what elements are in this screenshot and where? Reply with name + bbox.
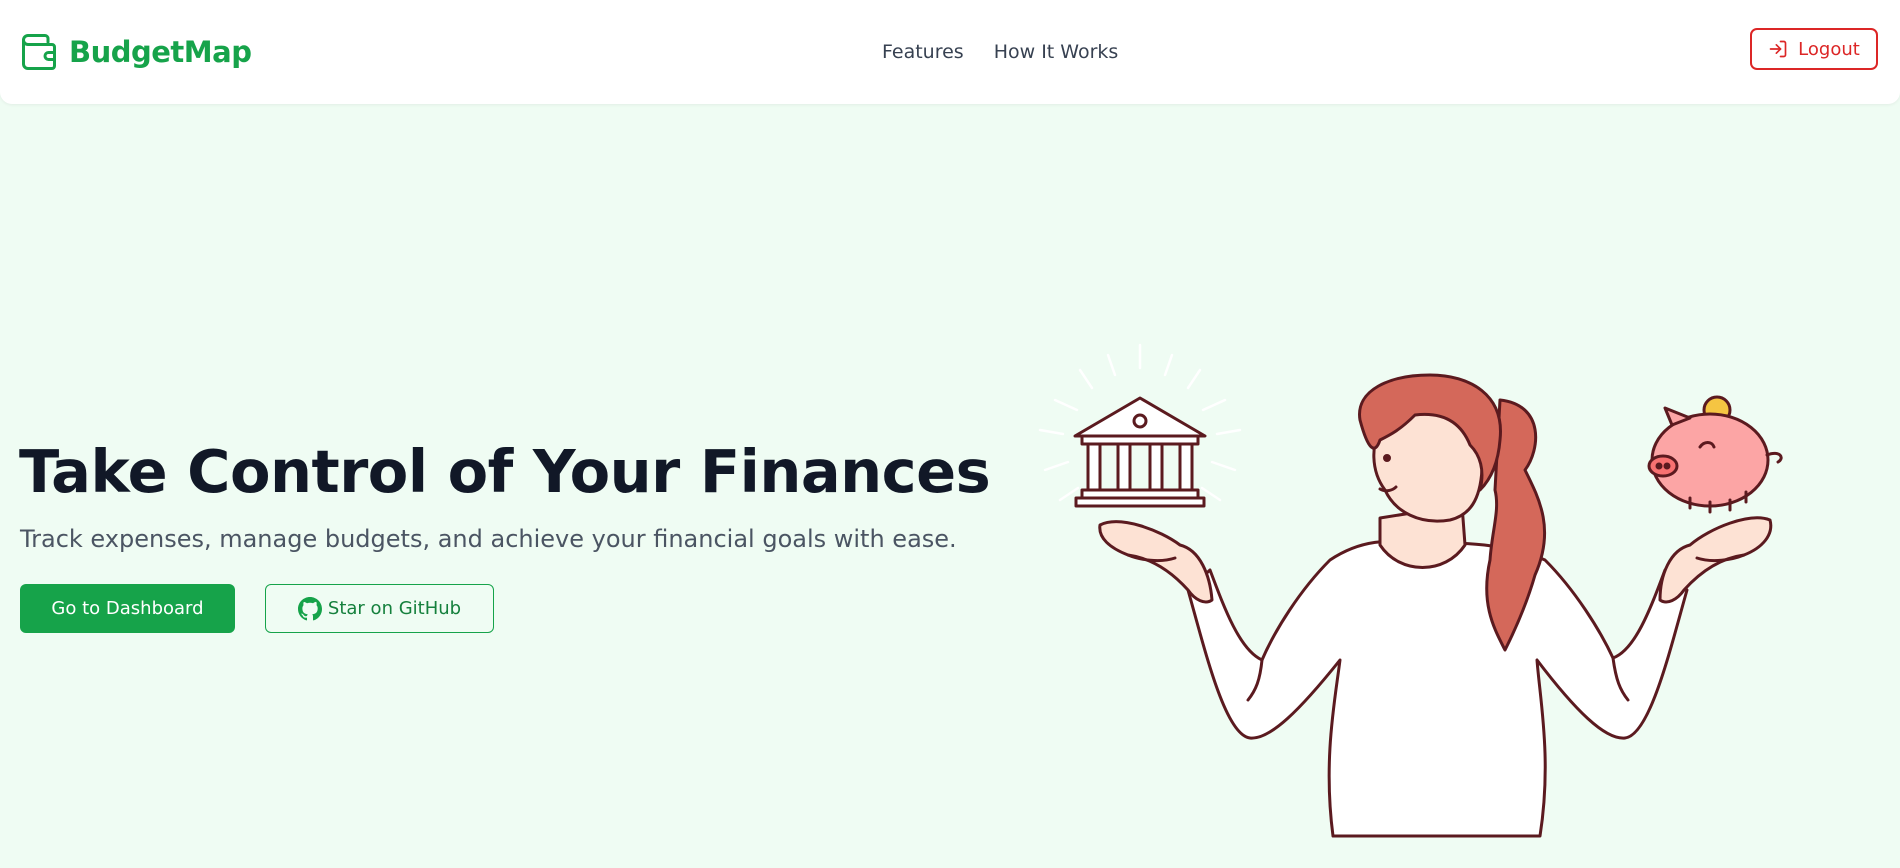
go-to-dashboard-label: Go to Dashboard xyxy=(51,598,204,619)
nav-link-features[interactable]: Features xyxy=(882,38,964,66)
nav-link-how-it-works[interactable]: How It Works xyxy=(994,38,1119,66)
hero-subtitle: Track expenses, manage budgets, and achi… xyxy=(20,525,957,553)
finance-balance-illustration xyxy=(1038,343,1783,838)
bank-building-icon xyxy=(1073,396,1207,508)
brand-logo-link[interactable]: BudgetMap xyxy=(21,32,252,72)
star-on-github-button[interactable]: Star on GitHub xyxy=(265,584,494,633)
github-icon xyxy=(297,596,322,621)
woman-body xyxy=(1186,503,1689,838)
top-navbar: BudgetMap Features How It Works Logout xyxy=(0,0,1900,104)
log-in-icon xyxy=(1768,39,1788,59)
hero-title: Take Control of Your Finances xyxy=(19,437,991,506)
brand-name: BudgetMap xyxy=(69,35,252,69)
logout-label: Logout xyxy=(1798,38,1860,60)
wallet-icon xyxy=(21,32,57,72)
primary-nav: Features How It Works xyxy=(882,38,1118,66)
piggy-bank-icon xyxy=(1647,395,1783,514)
go-to-dashboard-button[interactable]: Go to Dashboard xyxy=(20,584,235,633)
logout-button[interactable]: Logout xyxy=(1750,28,1878,70)
star-on-github-label: Star on GitHub xyxy=(327,598,462,619)
